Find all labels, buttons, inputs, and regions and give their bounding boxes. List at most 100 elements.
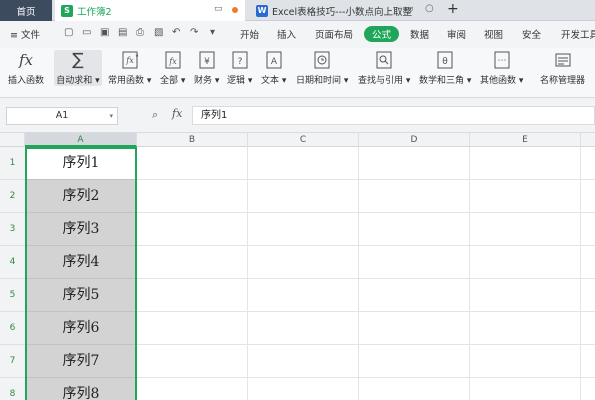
all-functions-button[interactable]: fx 全部 ▾ [160,50,185,86]
file-menu[interactable]: ≡ 文件 [10,27,40,41]
redo-icon[interactable]: ↷ [190,27,198,38]
column-header-c[interactable]: C [248,133,359,147]
save-icon[interactable]: ▣ [100,27,109,38]
export-icon[interactable]: ▧ [154,27,163,38]
sigma-icon: ∑ [72,50,84,70]
logic-icon: ? [231,50,249,70]
text-button[interactable]: A 文本 ▾ [261,50,286,86]
fx-icon[interactable]: fx [172,107,182,120]
name-manager-button[interactable]: 名称管理器 [540,50,585,86]
svg-text:fx: fx [168,57,177,66]
math-label: 数学和三角 ▾ [419,76,472,86]
finance-button[interactable]: ¥ 财务 ▾ [194,50,219,86]
row-header[interactable]: 8 [0,378,25,400]
row-header[interactable]: 1 [0,147,25,180]
tab-home[interactable]: 首页 [0,0,52,21]
new-file-icon[interactable]: ▢ [64,27,73,38]
column-header-row: A B C D E [0,133,595,147]
menu-developer[interactable]: 开发工具 [561,27,595,41]
logic-button[interactable]: ? 逻辑 ▾ [227,50,252,86]
tab-bar: 首页 S 工作簿2 ▭ W Excel表格技巧---小数点向上取整 ▭ ○ + [0,0,595,21]
other-functions-icon: ⋯ [493,50,511,70]
datetime-button[interactable]: 日期和时间 ▾ [296,50,348,86]
cell-a2[interactable]: 序列2 [25,180,137,213]
new-tab-button[interactable]: + [447,1,459,17]
more-icon[interactable]: ▾ [210,27,215,38]
cell-a6[interactable]: 序列6 [25,312,137,345]
row-header[interactable]: 6 [0,312,25,345]
name-box[interactable]: A1 ▾ [6,107,118,125]
svg-text:θ: θ [442,57,448,67]
spreadsheet-grid: A B C D E 1 序列1 2 序列2 3 序列3 4 序列4 5 序列5 6 序列6 7 序列7 8 序… [0,133,595,400]
print-icon[interactable]: ⎙ [136,27,144,38]
document-icon: W [256,4,268,17]
menu-home[interactable]: 开始 [240,27,259,41]
menu-view[interactable]: 视图 [484,27,503,41]
formula-input[interactable]: 序列1 [192,106,595,125]
column-header-a[interactable]: A [25,133,137,147]
column-header-d[interactable]: D [359,133,470,147]
all-functions-icon: fx [164,50,182,70]
other-functions-label: 其他函数 ▾ [480,76,524,86]
svg-text:★: ★ [135,53,138,59]
column-header-e[interactable]: E [470,133,581,147]
menu-security[interactable]: 安全 [522,27,541,41]
chevron-down-icon[interactable]: ▾ [109,108,113,124]
menu-data[interactable]: 数据 [410,27,429,41]
common-functions-button[interactable]: fx ★ 常用函数 ▾ [108,50,151,86]
autosum-label: 自动求和 ▾ [56,76,100,86]
select-all-corner[interactable] [0,133,25,147]
row-header[interactable]: 5 [0,279,25,312]
window-icon-2[interactable]: ▭ [405,4,414,14]
fx-icon: fx [18,51,33,69]
grid-line [358,147,359,400]
menu-insert[interactable]: 插入 [277,27,296,41]
cell-a4[interactable]: 序列4 [25,246,137,279]
lookup-icon [375,50,393,70]
menu-review[interactable]: 审阅 [447,27,466,41]
insert-function-label: 插入函数 [8,76,45,86]
svg-text:fx: fx [125,56,134,65]
math-button[interactable]: θ 数学和三角 ▾ [419,50,471,86]
spreadsheet-icon: S [61,4,73,17]
cell-a7[interactable]: 序列7 [25,345,137,378]
print-preview-icon[interactable]: ▤ [118,27,127,38]
finance-label: 财务 ▾ [194,76,220,86]
datetime-icon [313,50,331,70]
zoom-icon[interactable]: ⌕ [152,108,158,122]
lookup-button[interactable]: 查找与引用 ▾ [358,50,410,86]
cell-a3[interactable]: 序列3 [25,213,137,246]
logic-label: 逻辑 ▾ [227,76,253,86]
menu-formulas[interactable]: 公式 [364,26,400,42]
text-label: 文本 ▾ [261,76,287,86]
all-functions-label: 全部 ▾ [160,76,186,86]
other-functions-button[interactable]: ⋯ 其他函数 ▾ [480,50,523,86]
close-icon[interactable]: ○ [425,3,434,14]
menu-page-layout[interactable]: 页面布局 [315,27,353,41]
undo-icon[interactable]: ↶ [172,27,180,38]
column-header-f[interactable] [581,133,595,147]
datetime-label: 日期和时间 ▾ [296,76,349,86]
row-header[interactable]: 2 [0,180,25,213]
grid-line [580,147,581,400]
cell-a5[interactable]: 序列5 [25,279,137,312]
unsaved-dot-icon [232,7,238,13]
row-header[interactable]: 4 [0,246,25,279]
autosum-button[interactable]: ∑ 自动求和 ▾ [54,50,102,86]
row-header[interactable]: 7 [0,345,25,378]
common-functions-label: 常用函数 ▾ [108,76,152,86]
finance-icon: ¥ [198,50,216,70]
grid-line [469,147,470,400]
tab-workbook2-label: 工作簿2 [77,6,112,18]
name-box-value: A1 [55,110,69,121]
svg-text:A: A [271,57,278,67]
open-folder-icon[interactable]: ▭ [82,27,91,38]
name-manager-icon [554,50,572,70]
window-icon[interactable]: ▭ [214,4,223,14]
cell-a1[interactable]: 序列1 [25,147,137,180]
insert-function-button[interactable]: fx 插入函数 [8,50,44,86]
column-header-b[interactable]: B [137,133,248,147]
grid-line [247,147,248,400]
row-header[interactable]: 3 [0,213,25,246]
cell-a8[interactable]: 序列8 [25,378,137,400]
